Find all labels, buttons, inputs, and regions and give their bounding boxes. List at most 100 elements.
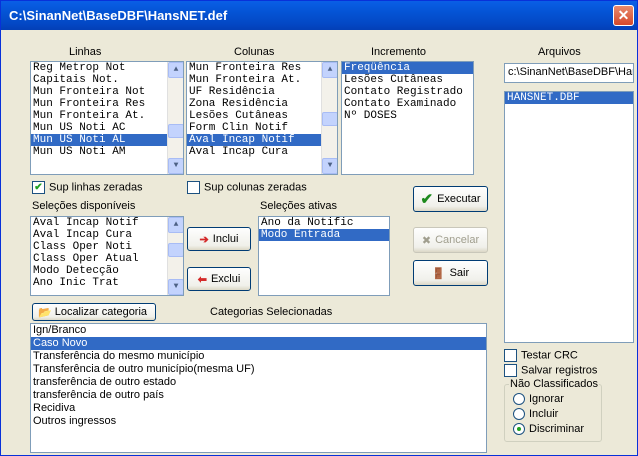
close-button[interactable]: ✕ <box>613 5 634 26</box>
scroll-thumb[interactable] <box>168 124 183 138</box>
arquivos-listbox[interactable]: HANSNET.DBF <box>504 91 634 343</box>
list-item[interactable]: Caso Novo <box>31 337 486 350</box>
radio-incluir[interactable]: Incluir <box>513 408 558 421</box>
list-item[interactable]: Contato Examinado <box>342 98 473 110</box>
cancel-icon: ✖ <box>421 234 432 247</box>
close-icon: ✕ <box>617 7 630 23</box>
list-item[interactable]: Lesões Cutâneas <box>342 74 473 86</box>
main-window: C:\SinanNet\BaseDBF\HansNET.def ✕ Linhas… <box>0 0 638 456</box>
localizar-categoria-button[interactable]: 📂 Localizar categoria <box>32 303 156 321</box>
executar-button[interactable]: ✔ Executar <box>413 186 488 212</box>
scroll-thumb[interactable] <box>322 112 337 126</box>
arquivos-label: Arquivos <box>538 46 581 58</box>
list-item[interactable]: Mun Fronteira At. <box>187 74 337 86</box>
list-item[interactable]: Mun US Noti AM <box>31 146 183 158</box>
selecoes-ativas-label: Seleções ativas <box>260 200 338 212</box>
arquivos-path-field[interactable]: c:\SinanNet\BaseDBF\Har <box>504 63 634 83</box>
radio-discriminar[interactable]: Discriminar <box>513 423 584 436</box>
list-item[interactable]: Mun Fronteira Res <box>187 62 337 74</box>
checkbox-empty-icon[interactable] <box>187 181 200 194</box>
list-item[interactable]: Ano da Notific <box>259 217 389 229</box>
list-item[interactable]: Freqüência <box>342 62 473 74</box>
list-item[interactable]: Aval Incap Cura <box>31 229 183 241</box>
search-folder-icon: 📂 <box>38 306 52 319</box>
list-item[interactable]: Form Clin Notif <box>187 122 337 134</box>
colunas-items: Mun Fronteira Res Mun Fronteira At. UF Res… <box>187 62 337 158</box>
nao-classificados-group: Não Classificados Ignorar Incluir Discrimi… <box>504 378 602 442</box>
list-item[interactable]: Ign/Branco <box>31 324 486 337</box>
list-item[interactable]: Capitais Not. <box>31 74 183 86</box>
sup-colunas-checkbox[interactable]: Sup colunas zeradas <box>187 181 307 194</box>
door-exit-icon: 🚪 <box>431 267 446 280</box>
testar-crc-checkbox[interactable]: Testar CRC <box>504 349 578 362</box>
colunas-listbox[interactable]: Mun Fronteira Res Mun Fronteira At. UF Res… <box>186 61 338 175</box>
linhas-items: Reg Metrop Not Capitais Not. Mun Fronteira… <box>31 62 183 158</box>
list-item[interactable]: Class Oper Atual <box>31 253 183 265</box>
list-item[interactable]: Recidiva <box>31 402 486 415</box>
inclui-button[interactable]: ➔ Inclui <box>187 227 251 251</box>
list-item[interactable]: Reg Metrop Not <box>31 62 183 74</box>
arrow-left-icon: ⬅ <box>197 273 207 286</box>
list-item[interactable]: Aval Incap Notif <box>31 217 183 229</box>
list-item[interactable]: transferência de outro país <box>31 389 486 402</box>
checkbox-checked-icon[interactable]: ✔ <box>32 181 45 194</box>
scroll-down-icon[interactable]: ▼ <box>168 158 183 174</box>
salvar-registros-checkbox[interactable]: Salvar registros <box>504 364 597 377</box>
checkbox-empty-icon[interactable] <box>504 349 517 362</box>
list-item[interactable]: Ano Inic Trat <box>31 277 183 289</box>
scroll-down-icon[interactable]: ▼ <box>322 158 337 174</box>
list-item[interactable]: Nº DOSES <box>342 110 473 122</box>
scroll-up-icon[interactable]: ▲ <box>322 62 337 78</box>
list-item[interactable]: Modo Entrada <box>259 229 389 241</box>
radio-label: Ignorar <box>529 393 564 405</box>
list-item[interactable]: Mun Fronteira Res <box>31 98 183 110</box>
selecoes-scrollbar[interactable]: ▲ ▼ <box>167 217 183 295</box>
window-title: C:\SinanNet\BaseDBF\HansNET.def <box>9 8 228 23</box>
incremento-label: Incremento <box>371 46 427 58</box>
radio-dot-icon[interactable] <box>513 423 525 436</box>
radio-ignorar[interactable]: Ignorar <box>513 393 564 406</box>
cancelar-button[interactable]: ✖ Cancelar <box>413 227 488 253</box>
list-item[interactable]: Class Oper Noti <box>31 241 183 253</box>
list-item[interactable]: Aval Incap Cura <box>187 146 337 158</box>
categorias-listbox[interactable]: Ign/Branco Caso Novo Transferência do mesm… <box>30 323 487 453</box>
list-item[interactable]: Mun Fronteira Not <box>31 86 183 98</box>
selecoes-disponiveis-items: Aval Incap Notif Aval Incap Cura Class Ope… <box>31 217 183 289</box>
scroll-up-icon[interactable]: ▲ <box>168 62 183 78</box>
arquivos-items: HANSNET.DBF <box>505 92 633 104</box>
radio-dot-icon[interactable] <box>513 393 525 406</box>
list-item[interactable]: Lesões Cutâneas <box>187 110 337 122</box>
list-item[interactable]: Mun US Noti AL <box>31 134 183 146</box>
radio-label: Discriminar <box>529 423 584 435</box>
selecoes-disponiveis-listbox[interactable]: Aval Incap Notif Aval Incap Cura Class Ope… <box>30 216 184 296</box>
incremento-listbox[interactable]: Freqüência Lesões Cutâneas Contato Registr… <box>341 61 474 175</box>
list-item[interactable]: Zona Residência <box>187 98 337 110</box>
list-item[interactable]: Modo Detecção <box>31 265 183 277</box>
linhas-label: Linhas <box>69 46 102 58</box>
scroll-up-icon[interactable]: ▲ <box>168 217 183 233</box>
linhas-scrollbar[interactable]: ▲ ▼ <box>167 62 183 174</box>
list-item[interactable]: Contato Registrado <box>342 86 473 98</box>
radio-dot-icon[interactable] <box>513 408 525 421</box>
list-item[interactable]: transferência de outro estado <box>31 376 486 389</box>
arrow-right-icon: ➔ <box>199 233 209 246</box>
checkbox-empty-icon[interactable] <box>504 364 517 377</box>
sair-button[interactable]: 🚪 Sair <box>413 260 488 286</box>
list-item[interactable]: Aval Incap Notif <box>187 134 337 146</box>
list-item[interactable]: Transferência de outro município(mesma U… <box>31 363 486 376</box>
nao-classificados-title: Não Classificados <box>509 378 600 390</box>
linhas-listbox[interactable]: Reg Metrop Not Capitais Not. Mun Fronteira… <box>30 61 184 175</box>
scroll-down-icon[interactable]: ▼ <box>168 279 183 295</box>
colunas-scrollbar[interactable]: ▲ ▼ <box>321 62 337 174</box>
list-item[interactable]: Mun Fronteira At. <box>31 110 183 122</box>
list-item[interactable]: HANSNET.DBF <box>505 92 633 104</box>
title-bar[interactable]: C:\SinanNet\BaseDBF\HansNET.def ✕ <box>1 1 637 30</box>
sup-linhas-checkbox[interactable]: ✔ Sup linhas zeradas <box>32 181 143 194</box>
list-item[interactable]: Outros ingressos <box>31 415 486 428</box>
list-item[interactable]: Transferência do mesmo município <box>31 350 486 363</box>
exclui-button[interactable]: ⬅ Exclui <box>187 267 251 291</box>
list-item[interactable]: Mun US Noti AC <box>31 122 183 134</box>
list-item[interactable]: UF Residência <box>187 86 337 98</box>
selecoes-ativas-listbox[interactable]: Ano da Notific Modo Entrada <box>258 216 390 296</box>
scroll-thumb[interactable] <box>168 243 183 257</box>
